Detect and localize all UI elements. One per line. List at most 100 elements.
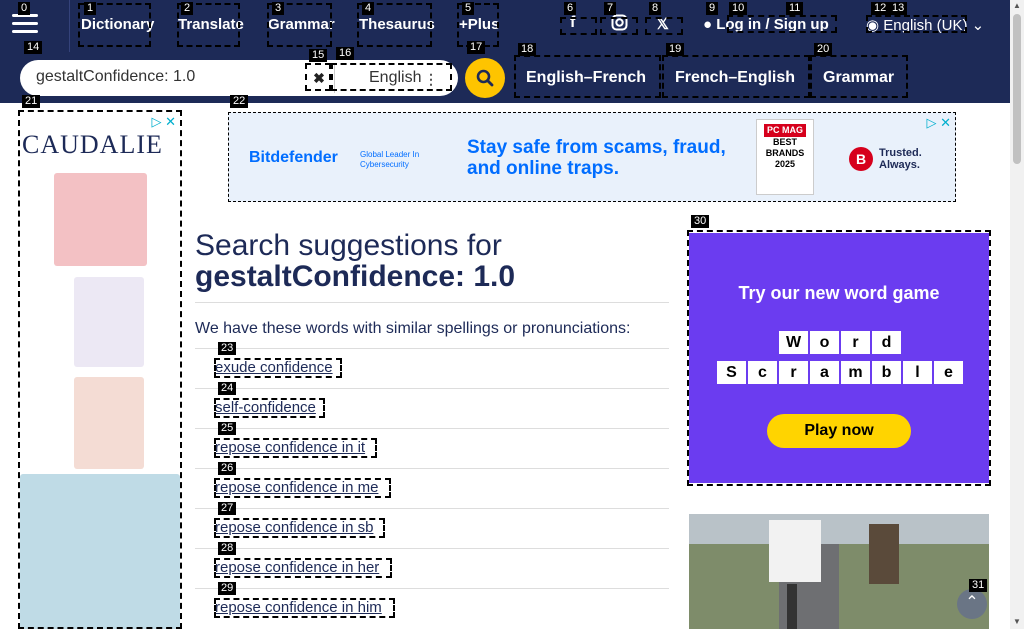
- letter-tile: l: [903, 361, 932, 384]
- letter-tile: r: [779, 361, 808, 384]
- word-game-ad[interactable]: Try our new word game W o r d S c r a m …: [689, 233, 989, 483]
- annotation-label: 24: [218, 382, 237, 395]
- annotation-label: 18: [518, 43, 537, 56]
- annotation-label: 3: [272, 2, 285, 15]
- signup-link[interactable]: Sign up: [774, 16, 829, 33]
- ad-trusted: Trusted. Always.: [879, 147, 922, 171]
- suggestion-link[interactable]: exude confidence: [215, 359, 333, 376]
- nav-translate[interactable]: Translate: [178, 16, 244, 33]
- left-ad[interactable]: ▷ ✕ CAUDALIE: [20, 112, 180, 629]
- annotation-label: 27: [218, 502, 237, 515]
- ad-brand: Bitdefender: [249, 149, 338, 166]
- annotation-label: 5: [462, 2, 475, 15]
- scrollbar-thumb[interactable]: [1013, 14, 1021, 164]
- product-image: [54, 173, 147, 266]
- nav-plus[interactable]: +Plus: [459, 16, 499, 33]
- award-mag: PC MAG: [764, 124, 806, 137]
- search-icon: [476, 69, 494, 87]
- tab-english-french[interactable]: English–French: [526, 69, 646, 87]
- nav-grammar[interactable]: Grammar: [268, 16, 335, 33]
- dictionary-select[interactable]: English ⋮: [334, 63, 452, 93]
- suggestion-link[interactable]: repose confidence in him: [215, 599, 382, 616]
- letter-tile: S: [717, 361, 746, 384]
- list-item: repose confidence in him: [195, 588, 669, 628]
- letter-tile: o: [810, 331, 839, 354]
- annotation-label: 4: [362, 2, 375, 15]
- vertical-scrollbar[interactable]: ▲ ▼: [1010, 0, 1024, 629]
- search-field-wrap: ✖ English ⋮: [20, 60, 458, 96]
- annotation-label: 13: [889, 2, 908, 15]
- main-content: Search suggestions for gestaltConfidence…: [195, 230, 669, 628]
- search-input[interactable]: [36, 68, 306, 86]
- nav-dictionary[interactable]: Dictionary: [81, 16, 154, 33]
- ad-photo: [689, 514, 989, 629]
- menu-icon[interactable]: [12, 14, 38, 36]
- list-item: self-confidence: [195, 388, 669, 428]
- nav-thesaurus[interactable]: Thesaurus: [359, 16, 435, 33]
- login-links: ● Log in / Sign up: [703, 16, 829, 33]
- x-twitter-icon[interactable]: 𝕏: [656, 14, 669, 34]
- suggestion-link[interactable]: repose confidence in her: [215, 559, 379, 576]
- scroll-down-arrow-icon[interactable]: ▼: [1013, 617, 1021, 626]
- facebook-icon[interactable]: f: [570, 14, 575, 32]
- annotation-label: 12: [871, 2, 890, 15]
- photo-ad[interactable]: [689, 514, 989, 629]
- suggestion-link[interactable]: repose confidence in it: [215, 439, 365, 456]
- suggestions-intro: We have these words with similar spellin…: [195, 320, 631, 337]
- tab-grammar[interactable]: Grammar: [823, 69, 894, 87]
- award-badge: PC MAG BEST BRANDS 2025: [756, 119, 814, 195]
- login-separator: /: [765, 16, 770, 33]
- letter-tile: d: [872, 331, 901, 354]
- language-selector[interactable]: ◉ English (UK) ⌄: [866, 16, 984, 34]
- annotation-label: 15: [309, 49, 328, 62]
- annotation-label: 11: [786, 2, 804, 15]
- product-image: [74, 277, 144, 367]
- annotation-label: 31: [969, 579, 988, 592]
- instagram-icon[interactable]: [611, 14, 628, 36]
- annotation-label: 26: [218, 462, 237, 475]
- ad-close-icon[interactable]: ▷ ✕: [151, 114, 176, 130]
- annotation-label: 25: [218, 422, 237, 435]
- annotation-label: 0: [18, 2, 31, 15]
- bitdefender-b-icon: B: [849, 147, 873, 171]
- scroll-to-top-button[interactable]: ⌃: [957, 589, 987, 619]
- clear-search-icon[interactable]: ✖: [306, 63, 332, 93]
- list-item: exude confidence: [195, 348, 669, 388]
- suggestion-link[interactable]: repose confidence in me: [215, 479, 378, 496]
- language-label: English (UK): [883, 17, 968, 34]
- login-link[interactable]: Log in: [716, 16, 761, 33]
- user-icon: ●: [703, 16, 713, 33]
- chevron-up-icon: ⌃: [965, 594, 979, 611]
- annotation-label: 21: [22, 95, 41, 108]
- annotation-label: 29: [218, 582, 237, 595]
- suggestion-link[interactable]: self-confidence: [215, 399, 316, 416]
- list-item: repose confidence in it: [195, 428, 669, 468]
- letter-tile: m: [841, 361, 870, 384]
- annotation-label: 16: [336, 47, 355, 60]
- product-image: [74, 377, 144, 469]
- top-ad[interactable]: Bitdefender Global Leader In Cybersecuri…: [228, 112, 956, 202]
- annotation-label: 22: [230, 95, 249, 108]
- ad-choices-icon[interactable]: ▷ ✕: [926, 115, 951, 131]
- ad-tagline: Global Leader In Cybersecurity: [360, 150, 420, 169]
- annotation-label: 10: [729, 2, 748, 15]
- letter-tile: r: [841, 331, 870, 354]
- page-title: Search suggestions for: [195, 229, 502, 262]
- dictionary-select-label: English: [369, 69, 422, 86]
- letter-tile: e: [934, 361, 963, 384]
- kebab-icon: ⋮: [424, 71, 438, 87]
- tab-french-english[interactable]: French–English: [675, 69, 795, 87]
- scroll-up-arrow-icon[interactable]: ▲: [1013, 1, 1021, 10]
- letter-tile: a: [810, 361, 839, 384]
- suggestion-link[interactable]: repose confidence in sb: [215, 519, 373, 536]
- letter-tile: b: [872, 361, 901, 384]
- annotation-label: 6: [564, 2, 577, 15]
- search-button[interactable]: [465, 58, 505, 98]
- globe-icon: ◉: [866, 17, 880, 34]
- play-now-button[interactable]: Play now: [767, 414, 911, 448]
- list-item: repose confidence in sb: [195, 508, 669, 548]
- ad-brand: CAUDALIE: [22, 130, 163, 159]
- ad-message: Stay safe from scams, fraud, and online …: [467, 137, 726, 179]
- annotation-label: 7: [604, 2, 617, 15]
- annotation-label: 8: [649, 2, 662, 15]
